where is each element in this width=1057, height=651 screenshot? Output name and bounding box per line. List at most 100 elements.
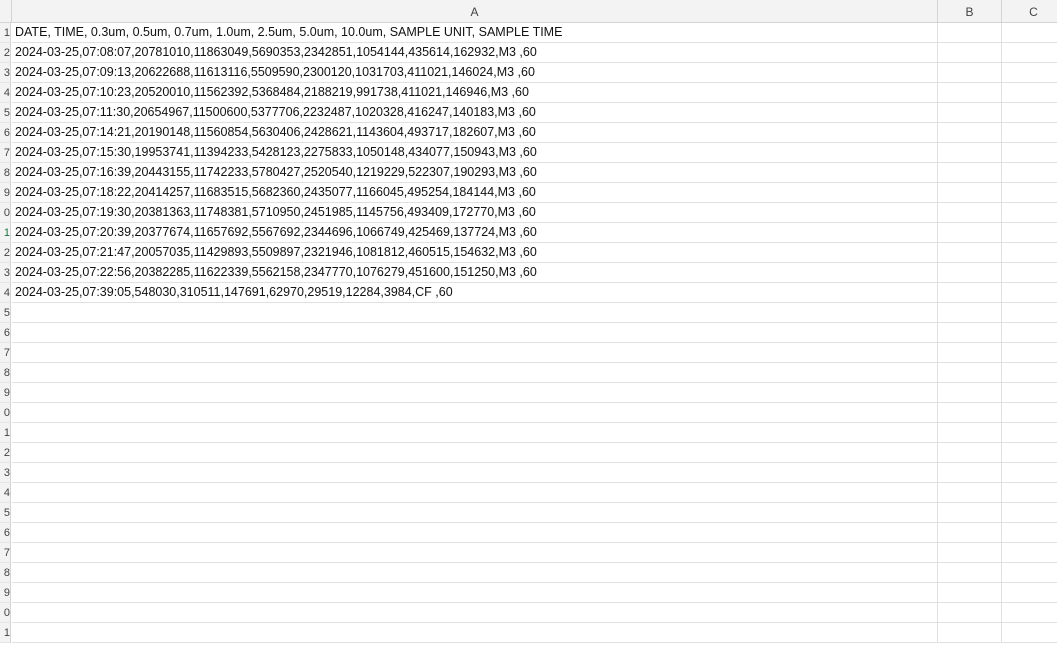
cell-b[interactable] (938, 323, 1002, 342)
row-header[interactable]: 0 (0, 403, 11, 423)
cell-a[interactable] (12, 623, 938, 642)
cell-c[interactable] (1002, 163, 1057, 182)
cell-c[interactable] (1002, 503, 1057, 522)
cell-a[interactable]: 2024-03-25,07:20:39,20377674,11657692,55… (12, 223, 938, 242)
cell-b[interactable] (938, 343, 1002, 362)
cell-b[interactable] (938, 563, 1002, 582)
cell-a[interactable]: 2024-03-25,07:39:05,548030,310511,147691… (12, 283, 938, 302)
row-header[interactable]: 4 (0, 283, 11, 303)
cell-c[interactable] (1002, 443, 1057, 462)
row-header[interactable]: 7 (0, 343, 11, 363)
cell-b[interactable] (938, 403, 1002, 422)
cell-a[interactable]: 2024-03-25,07:19:30,20381363,11748381,57… (12, 203, 938, 222)
column-header-b[interactable]: B (938, 0, 1002, 22)
cell-a[interactable]: 2024-03-25,07:10:23,20520010,11562392,53… (12, 83, 938, 102)
cell-c[interactable] (1002, 343, 1057, 362)
row-header[interactable]: 1 (0, 23, 11, 43)
cell-a[interactable] (12, 583, 938, 602)
cell-a[interactable] (12, 423, 938, 442)
cell-c[interactable] (1002, 123, 1057, 142)
cell-b[interactable] (938, 143, 1002, 162)
row-header[interactable]: 4 (0, 483, 11, 503)
cell-a[interactable] (12, 603, 938, 622)
row-header[interactable]: 0 (0, 203, 11, 223)
cell-a[interactable]: 2024-03-25,07:15:30,19953741,11394233,54… (12, 143, 938, 162)
row-header[interactable]: 1 (0, 623, 11, 643)
row-header[interactable]: 3 (0, 463, 11, 483)
cell-b[interactable] (938, 63, 1002, 82)
cell-a[interactable] (12, 503, 938, 522)
cell-b[interactable] (938, 283, 1002, 302)
cell-b[interactable] (938, 23, 1002, 42)
cell-c[interactable] (1002, 403, 1057, 422)
cell-c[interactable] (1002, 563, 1057, 582)
cell-b[interactable] (938, 523, 1002, 542)
row-header[interactable]: 8 (0, 563, 11, 583)
cell-c[interactable] (1002, 83, 1057, 102)
cell-c[interactable] (1002, 483, 1057, 502)
cell-c[interactable] (1002, 363, 1057, 382)
cell-a[interactable]: 2024-03-25,07:09:13,20622688,11613116,55… (12, 63, 938, 82)
row-header[interactable]: 2 (0, 443, 11, 463)
cell-a[interactable] (12, 523, 938, 542)
cell-a[interactable]: 2024-03-25,07:08:07,20781010,11863049,56… (12, 43, 938, 62)
cell-b[interactable] (938, 503, 1002, 522)
row-header[interactable]: 8 (0, 363, 11, 383)
cell-b[interactable] (938, 163, 1002, 182)
cell-a[interactable] (12, 563, 938, 582)
cell-a[interactable] (12, 543, 938, 562)
cell-b[interactable] (938, 263, 1002, 282)
cell-b[interactable] (938, 543, 1002, 562)
cell-a[interactable] (12, 463, 938, 482)
cell-a[interactable]: 2024-03-25,07:14:21,20190148,11560854,56… (12, 123, 938, 142)
cell-a[interactable] (12, 343, 938, 362)
cell-b[interactable] (938, 303, 1002, 322)
cell-b[interactable] (938, 423, 1002, 442)
cell-b[interactable] (938, 463, 1002, 482)
row-header[interactable]: 8 (0, 163, 11, 183)
cell-b[interactable] (938, 43, 1002, 62)
cell-b[interactable] (938, 603, 1002, 622)
row-header[interactable]: 9 (0, 183, 11, 203)
row-header[interactable]: 2 (0, 43, 11, 63)
column-header-a[interactable]: A (12, 0, 938, 22)
cell-a[interactable]: 2024-03-25,07:21:47,20057035,11429893,55… (12, 243, 938, 262)
row-header[interactable]: 4 (0, 83, 11, 103)
cell-a[interactable] (12, 443, 938, 462)
cell-b[interactable] (938, 483, 1002, 502)
row-header[interactable]: 1 (0, 423, 11, 443)
select-all-corner[interactable] (0, 0, 12, 22)
cell-c[interactable] (1002, 263, 1057, 282)
cell-b[interactable] (938, 623, 1002, 642)
cell-a[interactable] (12, 483, 938, 502)
row-header[interactable]: 5 (0, 303, 11, 323)
cell-b[interactable] (938, 103, 1002, 122)
cell-a[interactable]: 2024-03-25,07:18:22,20414257,11683515,56… (12, 183, 938, 202)
row-header[interactable]: 6 (0, 523, 11, 543)
cell-c[interactable] (1002, 623, 1057, 642)
cell-a[interactable]: 2024-03-25,07:22:56,20382285,11622339,55… (12, 263, 938, 282)
cell-c[interactable] (1002, 523, 1057, 542)
row-header[interactable]: 6 (0, 123, 11, 143)
cell-c[interactable] (1002, 603, 1057, 622)
cell-b[interactable] (938, 443, 1002, 462)
row-header[interactable]: 9 (0, 583, 11, 603)
row-header[interactable]: 9 (0, 383, 11, 403)
cell-c[interactable] (1002, 63, 1057, 82)
row-header[interactable]: 3 (0, 263, 11, 283)
cell-c[interactable] (1002, 463, 1057, 482)
row-header[interactable]: 3 (0, 63, 11, 83)
cell-c[interactable] (1002, 243, 1057, 262)
cell-a[interactable]: 2024-03-25,07:16:39,20443155,11742233,57… (12, 163, 938, 182)
row-header[interactable]: 1 (0, 223, 11, 243)
cell-c[interactable] (1002, 423, 1057, 442)
row-header[interactable]: 6 (0, 323, 11, 343)
cell-c[interactable] (1002, 203, 1057, 222)
row-header[interactable]: 7 (0, 543, 11, 563)
cell-c[interactable] (1002, 583, 1057, 602)
cell-a[interactable] (12, 383, 938, 402)
cell-b[interactable] (938, 243, 1002, 262)
cell-b[interactable] (938, 383, 1002, 402)
cell-a[interactable] (12, 403, 938, 422)
cell-b[interactable] (938, 203, 1002, 222)
